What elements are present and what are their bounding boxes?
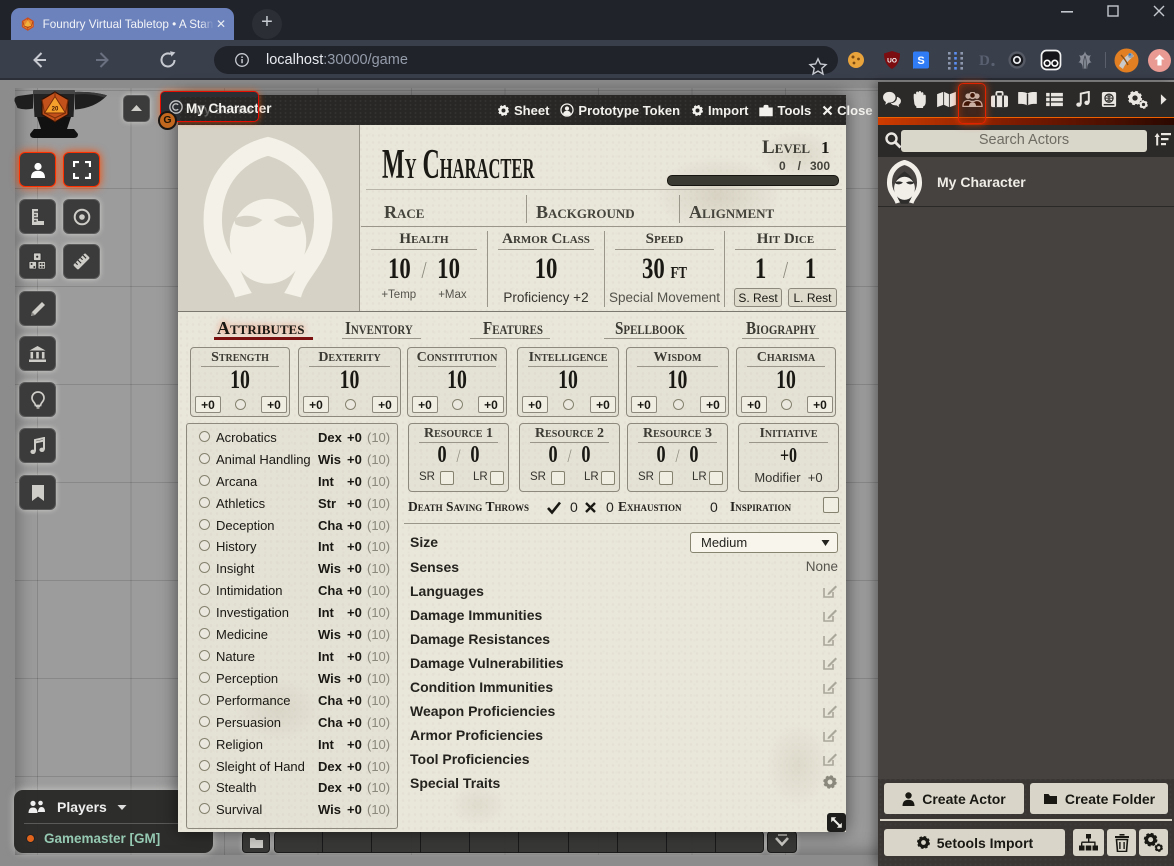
svg-text:20: 20 — [52, 107, 59, 113]
svg-text:S: S — [917, 55, 924, 67]
svg-text:UO: UO — [887, 58, 897, 65]
svg-text:D: D — [979, 53, 990, 69]
